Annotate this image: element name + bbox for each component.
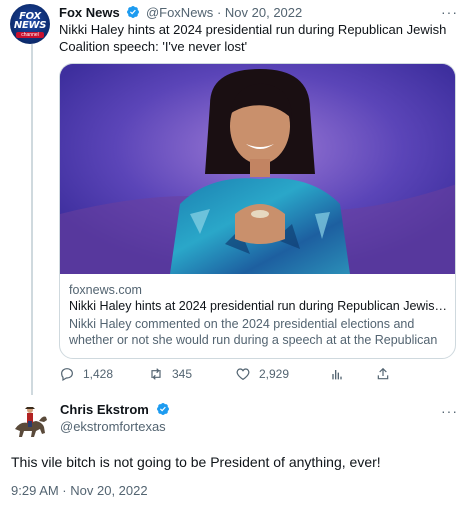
separator-dot: · [216, 5, 222, 20]
like-icon [236, 368, 250, 381]
reply-icon [61, 368, 73, 382]
thread-line [31, 44, 33, 395]
share-button[interactable] [375, 366, 399, 382]
verified-badge-icon [156, 403, 169, 415]
reply-header: Chris Ekstrom [60, 402, 172, 418]
like-button[interactable]: 2,929 [235, 366, 289, 382]
more-icon[interactable]: ··· [441, 4, 458, 20]
retweet-count: 345 [172, 367, 193, 381]
author-name[interactable]: Fox News [59, 5, 120, 20]
tweet-header: Fox News @FoxNews · Nov 20, 2022 [59, 5, 302, 21]
card-photo-illustration [60, 64, 455, 274]
avatar-text-line3: channel [16, 32, 44, 38]
tweet-actions: 1,428 345 2,929 [59, 366, 459, 386]
reply-button[interactable]: 1,428 [59, 366, 113, 382]
quoted-tweet[interactable]: FOX NEWS channel Fox News @FoxNews · Nov… [0, 0, 468, 395]
tweet-text: Nikki Haley hints at 2024 presidential r… [59, 22, 447, 54]
card-title[interactable]: Nikki Haley hints at 2024 presidential r… [69, 298, 449, 314]
reply-timestamp[interactable]: 9:29 AM · Nov 20, 2022 [11, 483, 148, 498]
card-meta: foxnews.com Nikki Haley hints at 2024 pr… [69, 282, 449, 359]
retweet-button[interactable]: 345 [148, 366, 192, 382]
fox-news-logo-icon[interactable]: FOX NEWS channel [10, 4, 50, 44]
reply-count: 1,428 [83, 367, 114, 381]
card-description: Nikki Haley commented on the 2024 presid… [69, 317, 438, 359]
more-icon[interactable]: ··· [441, 403, 458, 419]
avatar-text-line2: NEWS [13, 20, 47, 31]
tweet-date[interactable]: Nov 20, 2022 [225, 5, 302, 20]
share-icon [377, 367, 389, 380]
analytics-icon [332, 370, 342, 380]
retweet-icon [151, 368, 161, 380]
reply-text: This vile bitch is not going to be Presi… [11, 454, 381, 470]
horse-rider-icon [10, 401, 50, 441]
author-handle[interactable]: @FoxNews [146, 5, 213, 20]
avatar[interactable] [10, 401, 50, 441]
reply-author-name[interactable]: Chris Ekstrom [60, 402, 149, 417]
analytics-button[interactable] [329, 366, 353, 382]
verified-badge-icon [127, 6, 140, 18]
card-image [60, 64, 455, 274]
reply-tweet[interactable]: Chris Ekstrom @ekstromfortexas ··· This … [0, 395, 468, 508]
reply-author-handle[interactable]: @ekstromfortexas [60, 419, 166, 434]
like-count: 2,929 [259, 367, 290, 381]
card-domain: foxnews.com [69, 283, 142, 297]
link-card[interactable]: foxnews.com Nikki Haley hints at 2024 pr… [59, 63, 456, 359]
